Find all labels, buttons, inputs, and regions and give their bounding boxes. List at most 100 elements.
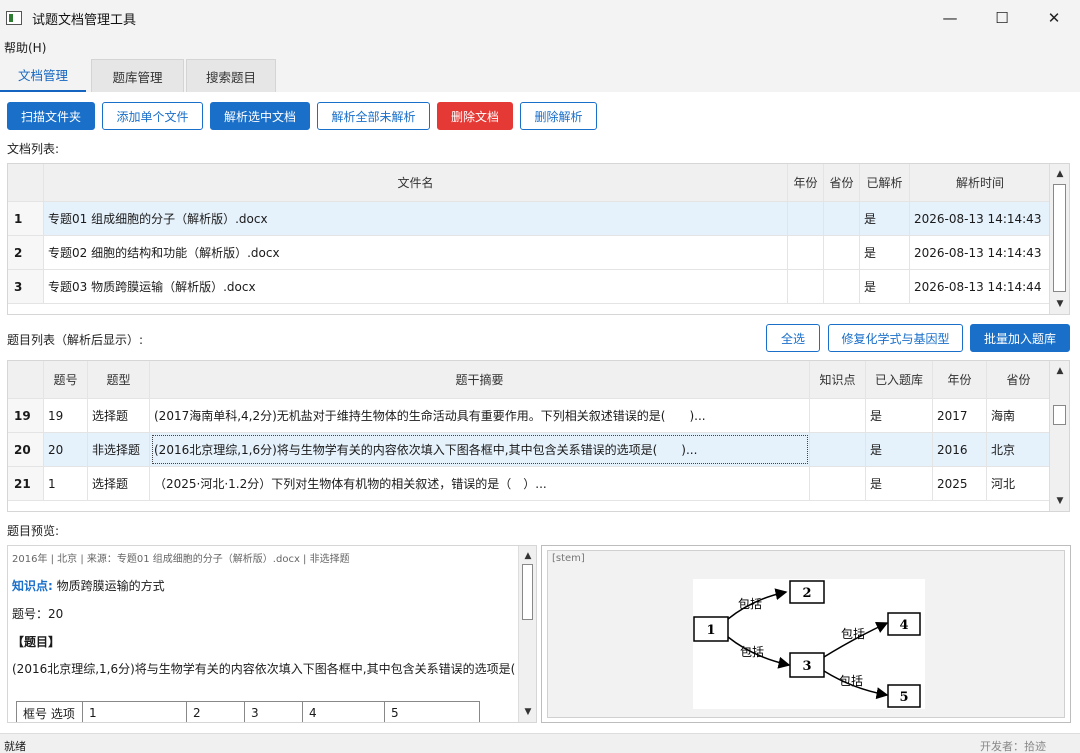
cell-year[interactable]: 2025: [933, 467, 987, 500]
cell-qno[interactable]: 20: [44, 433, 88, 466]
cell-province[interactable]: 北京: [987, 433, 1051, 466]
preview-kp-line: 知识点: 物质跨膜运输的方式: [12, 577, 165, 594]
cell-province[interactable]: [824, 270, 860, 303]
col-summary[interactable]: 题干摘要: [150, 361, 810, 398]
col-type[interactable]: 题型: [88, 361, 150, 398]
cell-parse-time[interactable]: 2026-08-13 14:14:44: [910, 270, 1051, 303]
col-qno[interactable]: 题号: [44, 361, 88, 398]
col-province[interactable]: 省份: [987, 361, 1051, 398]
cell-province[interactable]: 海南: [987, 399, 1051, 432]
col-filename[interactable]: 文件名: [44, 164, 788, 201]
preview-text-pane[interactable]: 2016年 | 北京 | 来源：专题01 组成细胞的分子（解析版）.docx |…: [7, 545, 537, 723]
scroll-thumb[interactable]: [1053, 405, 1066, 425]
preview-options-table: 框号 选项 1 2 3 4 5: [16, 701, 480, 722]
col-parsed[interactable]: 已解析: [860, 164, 910, 201]
window-title: 试题文档管理工具: [32, 12, 137, 28]
kp-label: 知识点:: [12, 579, 53, 593]
cell-type[interactable]: 选择题: [88, 467, 150, 500]
scroll-down-icon[interactable]: ▼: [1050, 296, 1069, 312]
cell-type[interactable]: 选择题: [88, 399, 150, 432]
col-year[interactable]: 年份: [933, 361, 987, 398]
tab-search-questions[interactable]: 搜索题目: [186, 59, 276, 92]
select-all-button[interactable]: 全选: [766, 324, 820, 352]
cell-in-bank[interactable]: 是: [866, 467, 933, 500]
preview-label: 题目预览:: [7, 524, 60, 538]
table-row[interactable]: 3 专题03 物质跨膜运输（解析版）.docx 是 2026-08-13 14:…: [8, 270, 1051, 304]
table-row[interactable]: 21 1 选择题 （2025·河北·1.2分）下列对生物体有机物的相关叙述，错误…: [8, 467, 1051, 501]
cell-province[interactable]: [824, 202, 860, 235]
scan-folder-button[interactable]: 扫描文件夹: [7, 102, 95, 130]
cell-qno[interactable]: 19: [44, 399, 88, 432]
cell-parse-time[interactable]: 2026-08-13 14:14:43: [910, 236, 1051, 269]
scroll-thumb[interactable]: [1053, 184, 1066, 292]
cell-summary[interactable]: （2025·河北·1.2分）下列对生物体有机物的相关叙述，错误的是（ ）...: [150, 467, 810, 500]
scroll-up-icon[interactable]: ▲: [1050, 166, 1069, 182]
col-year[interactable]: 年份: [788, 164, 824, 201]
scroll-up-icon[interactable]: ▲: [1050, 363, 1069, 379]
col-in-bank[interactable]: 已入题库: [866, 361, 933, 398]
status-text: 就绪: [4, 740, 26, 753]
cell-filename[interactable]: 专题02 细胞的结构和功能（解析版）.docx: [44, 236, 788, 269]
tab-question-bank[interactable]: 题库管理: [91, 59, 184, 92]
cell-parsed[interactable]: 是: [860, 270, 910, 303]
maximize-icon[interactable]: ☐: [976, 0, 1028, 36]
question-list-label: 题目列表（解析后显示）:: [7, 333, 144, 347]
app-window: 试题文档管理工具 — ☐ ✕ 帮助(H) 文档管理 题库管理 搜索题目 扫描文件…: [0, 0, 1080, 753]
table-row[interactable]: 19 19 选择题 (2017海南单科,4,2分)无机盐对于维持生物体的生命活动…: [8, 399, 1051, 433]
cell-knowledge-point[interactable]: [810, 467, 866, 500]
scroll-up-icon[interactable]: ▲: [519, 548, 536, 564]
tab-bar: 文档管理 题库管理 搜索题目: [0, 56, 1080, 92]
preview-stem: (2016北京理综,1,6分)将与生物学有关的内容依次填入下图各框中,其中包含关…: [12, 662, 524, 676]
question-table-scrollbar[interactable]: ▲ ▼: [1049, 361, 1069, 511]
cell-knowledge-point[interactable]: [810, 399, 866, 432]
cell-qno[interactable]: 1: [44, 467, 88, 500]
scroll-thumb[interactable]: [522, 564, 533, 620]
cell-in-bank[interactable]: 是: [866, 433, 933, 466]
cell-year[interactable]: [788, 202, 824, 235]
add-file-button[interactable]: 添加单个文件: [102, 102, 203, 130]
scroll-down-icon[interactable]: ▼: [519, 704, 536, 720]
parse-all-button[interactable]: 解析全部未解析: [317, 102, 430, 130]
table-row[interactable]: 2 专题02 细胞的结构和功能（解析版）.docx 是 2026-08-13 1…: [8, 236, 1051, 270]
diagram-box-2: 2: [802, 586, 811, 601]
row-number: 20: [8, 433, 44, 466]
col-knowledge-point[interactable]: 知识点: [810, 361, 866, 398]
preview-qno: 题号：20: [12, 607, 64, 621]
preview-scrollbar[interactable]: ▲ ▼: [518, 546, 536, 722]
cell-province[interactable]: [824, 236, 860, 269]
col-parse-time[interactable]: 解析时间: [910, 164, 1051, 201]
cell-year[interactable]: [788, 236, 824, 269]
batch-add-button[interactable]: 批量加入题库: [970, 324, 1070, 352]
cell-year[interactable]: 2016: [933, 433, 987, 466]
cell-province[interactable]: 河北: [987, 467, 1051, 500]
doc-table-scrollbar[interactable]: ▲ ▼: [1049, 164, 1069, 314]
cell-summary[interactable]: (2017海南单科,4,2分)无机盐对于维持生物体的生命活动具有重要作用。下列相…: [150, 399, 810, 432]
tab-doc-management[interactable]: 文档管理: [0, 59, 86, 92]
cell-summary[interactable]: (2016北京理综,1,6分)将与生物学有关的内容依次填入下图各框中,其中包含关…: [150, 433, 810, 466]
corner-cell: [8, 361, 44, 398]
menu-help[interactable]: 帮助(H): [4, 39, 46, 56]
question-table: 题号 题型 题干摘要 知识点 已入题库 年份 省份 19 19 选择题 (201…: [7, 360, 1070, 512]
table-row[interactable]: 20 20 非选择题 (2016北京理综,1,6分)将与生物学有关的内容依次填入…: [8, 433, 1051, 467]
cell-in-bank[interactable]: 是: [866, 399, 933, 432]
cell-parsed[interactable]: 是: [860, 202, 910, 235]
cell-year[interactable]: [788, 270, 824, 303]
delete-parse-button[interactable]: 删除解析: [520, 102, 597, 130]
diagram-edge-label: 包括: [740, 644, 764, 659]
scroll-down-icon[interactable]: ▼: [1050, 493, 1069, 509]
cell-type[interactable]: 非选择题: [88, 433, 150, 466]
cell-knowledge-point[interactable]: [810, 433, 866, 466]
cell-parsed[interactable]: 是: [860, 236, 910, 269]
cell-year[interactable]: 2017: [933, 399, 987, 432]
table-row[interactable]: 1 专题01 组成细胞的分子（解析版）.docx 是 2026-08-13 14…: [8, 202, 1051, 236]
cell-parse-time[interactable]: 2026-08-13 14:14:43: [910, 202, 1051, 235]
minimize-icon[interactable]: —: [924, 0, 976, 36]
col-province[interactable]: 省份: [824, 164, 860, 201]
delete-doc-button[interactable]: 删除文档: [437, 102, 513, 130]
cell-filename[interactable]: 专题03 物质跨膜运输（解析版）.docx: [44, 270, 788, 303]
cell-filename[interactable]: 专题01 组成细胞的分子（解析版）.docx: [44, 202, 788, 235]
fix-formula-button[interactable]: 修复化学式与基因型: [828, 324, 963, 352]
close-icon[interactable]: ✕: [1028, 0, 1080, 36]
kp-value: 物质跨膜运输的方式: [56, 579, 165, 593]
parse-selected-button[interactable]: 解析选中文档: [210, 102, 310, 130]
